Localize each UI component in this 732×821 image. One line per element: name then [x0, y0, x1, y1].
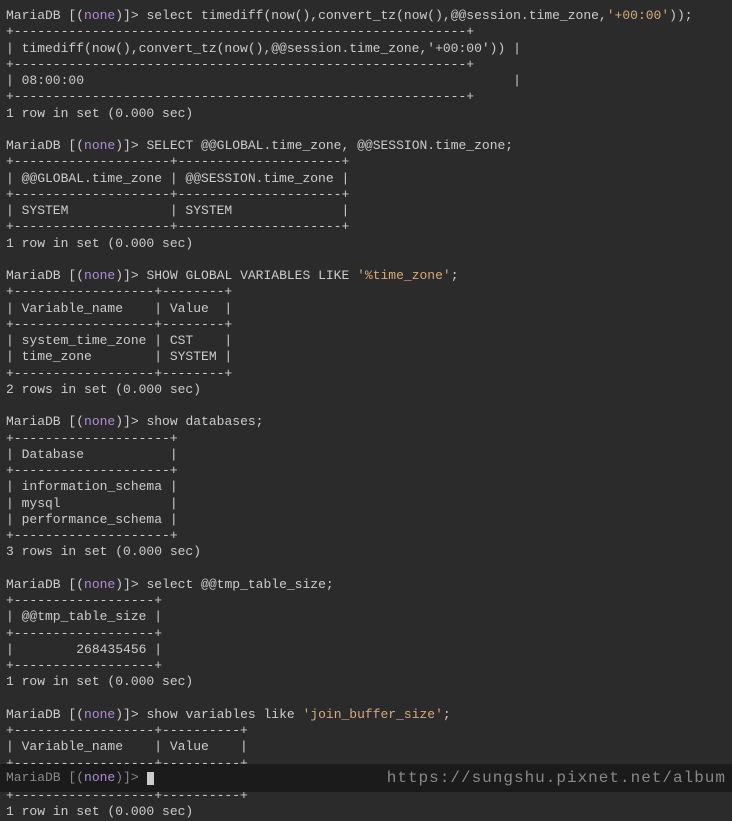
q5-border-mid: +------------------+ — [6, 626, 162, 641]
terminal-output: MariaDB [(none)]> select timediff(now(),… — [6, 8, 726, 821]
q4-header: | Database | — [6, 447, 178, 462]
q1-footer: 1 row in set (0.000 sec) — [6, 106, 193, 121]
q3-header: | Variable_name | Value | — [6, 301, 232, 316]
q2-footer: 1 row in set (0.000 sec) — [6, 236, 193, 251]
q6-footer: 1 row in set (0.000 sec) — [6, 804, 193, 819]
prompt-3: MariaDB [(none)]> — [6, 268, 146, 283]
prompt-6: MariaDB [(none)]> — [6, 707, 146, 722]
q3-row1: | system_time_zone | CST | — [6, 333, 232, 348]
sql-3: SHOW GLOBAL VARIABLES LIKE '%time_zone'; — [146, 268, 458, 283]
cursor-icon — [147, 772, 154, 785]
q5-footer: 1 row in set (0.000 sec) — [6, 674, 193, 689]
sql-2: SELECT @@GLOBAL.time_zone, @@SESSION.tim… — [146, 138, 513, 153]
q5-border-top: +------------------+ — [6, 593, 162, 608]
prompt-1: MariaDB [(none)]> — [6, 8, 146, 23]
watermark-text: https://sungshu.pixnet.net/album — [387, 768, 726, 788]
q5-header: | @@tmp_table_size | — [6, 609, 162, 624]
q4-border-bot: +--------------------+ — [6, 528, 178, 543]
q2-border-bot: +--------------------+------------------… — [6, 219, 349, 234]
sql-4: show databases; — [146, 414, 263, 429]
q2-row: | SYSTEM | SYSTEM | — [6, 203, 349, 218]
q4-row1: | information_schema | — [6, 479, 178, 494]
q5-row: | 268435456 | — [6, 642, 162, 657]
sql-5: select @@tmp_table_size; — [146, 577, 333, 592]
q3-border-mid: +------------------+--------+ — [6, 317, 232, 332]
q1-row: | 08:00:00 | — [6, 73, 521, 88]
sql-6: show variables like 'join_buffer_size'; — [146, 707, 450, 722]
q2-border-mid: +--------------------+------------------… — [6, 187, 349, 202]
q6-border-top: +------------------+----------+ — [6, 723, 248, 738]
q1-border-bot: +---------------------------------------… — [6, 89, 474, 104]
q1-header: | timediff(now(),convert_tz(now(),@@sess… — [6, 41, 521, 56]
q4-border-top: +--------------------+ — [6, 431, 178, 446]
q6-header: | Variable_name | Value | — [6, 739, 248, 754]
q4-footer: 3 rows in set (0.000 sec) — [6, 544, 201, 559]
q3-border-bot: +------------------+--------+ — [6, 366, 232, 381]
q3-footer: 2 rows in set (0.000 sec) — [6, 382, 201, 397]
bottom-bar: MariaDB [(none)]> https://sungshu.pixnet… — [0, 764, 732, 792]
q3-row2: | time_zone | SYSTEM | — [6, 349, 232, 364]
q2-header: | @@GLOBAL.time_zone | @@SESSION.time_zo… — [6, 171, 349, 186]
sql-1: select timediff(now(),convert_tz(now(),@… — [146, 8, 692, 23]
q3-border-top: +------------------+--------+ — [6, 284, 232, 299]
q1-border-top: +---------------------------------------… — [6, 24, 474, 39]
prompt-4: MariaDB [(none)]> — [6, 414, 146, 429]
q2-border-top: +--------------------+------------------… — [6, 154, 349, 169]
prompt-active[interactable]: MariaDB [(none)]> — [6, 770, 154, 786]
prompt-5: MariaDB [(none)]> — [6, 577, 146, 592]
q1-border-mid: +---------------------------------------… — [6, 57, 474, 72]
q4-row2: | mysql | — [6, 496, 178, 511]
prompt-2: MariaDB [(none)]> — [6, 138, 146, 153]
q4-row3: | performance_schema | — [6, 512, 178, 527]
q5-border-bot: +------------------+ — [6, 658, 162, 673]
q4-border-mid: +--------------------+ — [6, 463, 178, 478]
